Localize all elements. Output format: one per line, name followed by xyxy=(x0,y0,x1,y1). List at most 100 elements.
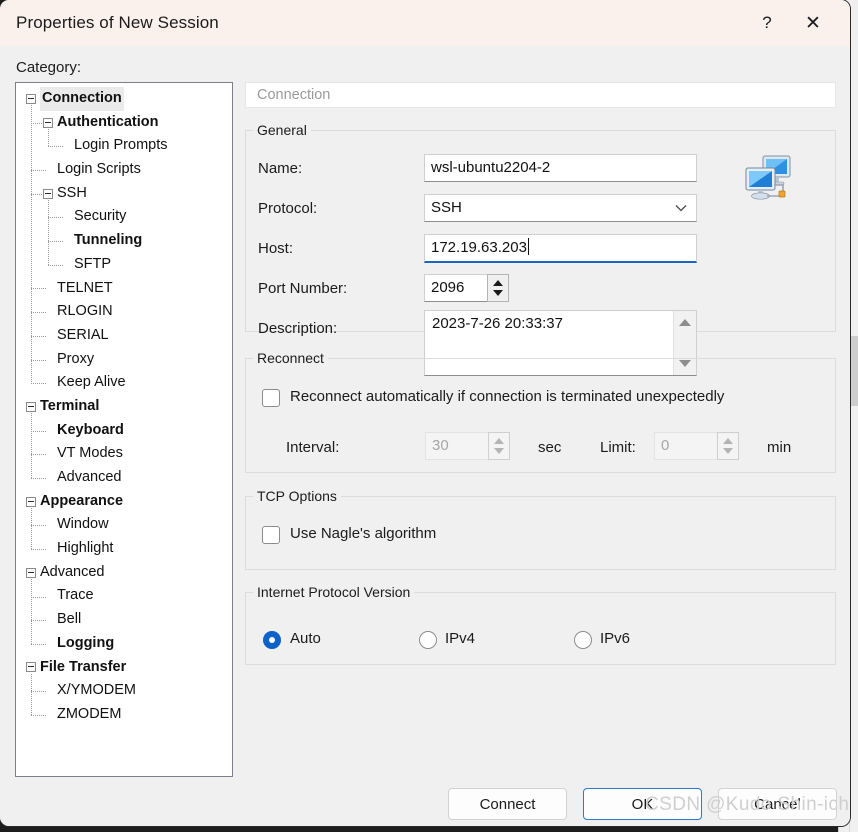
tree-item-keep-alive[interactable]: Keep Alive xyxy=(16,371,232,395)
name-input[interactable]: wsl-ubuntu2204-2 xyxy=(424,154,697,182)
tree-item-ssh[interactable]: SSH xyxy=(16,182,232,206)
network-computers-glyph xyxy=(745,155,791,200)
tree-item-login-scripts[interactable]: Login Scripts xyxy=(16,158,232,182)
page-title: Properties of New Session xyxy=(16,13,219,32)
interval-label: Interval: xyxy=(286,439,340,456)
tree-item-label: SFTP xyxy=(74,255,112,272)
tree-item-label: TELNET xyxy=(57,279,113,296)
spin-down-icon[interactable] xyxy=(494,448,504,454)
tree-item-security[interactable]: Security xyxy=(16,205,232,229)
tree-item-label: Advanced xyxy=(40,563,105,580)
tree-toggle-collapse-icon[interactable] xyxy=(43,188,53,199)
text-caret xyxy=(527,238,529,255)
host-input[interactable]: 172.19.63.203 xyxy=(424,234,697,263)
tree-item-label: Keyboard xyxy=(57,421,124,438)
tree-item-window[interactable]: Window xyxy=(16,513,232,537)
radio-ipv4-label[interactable]: IPv4 xyxy=(445,630,475,647)
category-tree[interactable]: Connection Authentication Login Prompts Log… xyxy=(15,82,233,777)
name-label: Name: xyxy=(258,160,303,177)
tree-item-label: Connection xyxy=(40,87,124,111)
tree-toggle-collapse-icon[interactable] xyxy=(26,401,36,412)
tree-item-label: Trace xyxy=(57,587,94,604)
spin-down-icon[interactable] xyxy=(493,290,503,296)
reconnect-legend: Reconnect xyxy=(257,350,324,366)
radio-auto-label[interactable]: Auto xyxy=(290,630,321,647)
tree-item-appearance[interactable]: Appearance xyxy=(16,490,232,514)
tree-toggle-collapse-icon[interactable] xyxy=(26,662,36,673)
tree-item-vt-modes[interactable]: VT Modes xyxy=(16,442,232,466)
protocol-select[interactable]: SSH xyxy=(424,194,697,222)
help-icon[interactable]: ? xyxy=(744,0,790,46)
tree-toggle-collapse-icon[interactable] xyxy=(43,117,53,128)
tree-item-label: Login Prompts xyxy=(74,137,168,154)
scroll-up-icon[interactable] xyxy=(679,319,691,326)
tree-item-tunneling[interactable]: Tunneling xyxy=(16,229,232,253)
tree-toggle-collapse-icon[interactable] xyxy=(26,496,36,507)
general-group: General Name: wsl-ubuntu2204-2 Protocol:… xyxy=(245,122,836,376)
tree-item-login-prompts[interactable]: Login Prompts xyxy=(16,134,232,158)
radio-ipv6[interactable] xyxy=(574,631,592,649)
description-label: Description: xyxy=(258,320,338,337)
tree-item-advanced[interactable]: Advanced xyxy=(16,561,232,585)
tree-item-authentication[interactable]: Authentication xyxy=(16,111,232,135)
background-scrollbar[interactable] xyxy=(849,36,858,832)
interval-spin-buttons[interactable] xyxy=(488,432,510,460)
tree-item-rlogin[interactable]: RLOGIN xyxy=(16,300,232,324)
tree-item-trace[interactable]: Trace xyxy=(16,584,232,608)
close-icon[interactable]: ✕ xyxy=(790,0,836,46)
tree-item-proxy[interactable]: Proxy xyxy=(16,348,232,372)
spin-up-icon[interactable] xyxy=(493,280,503,286)
tree-item-terminal[interactable]: Terminal xyxy=(16,395,232,419)
dialog-body: Category: Connection Authentication Login … xyxy=(0,46,850,826)
interval-unit: sec xyxy=(538,439,562,456)
tree-item-bell[interactable]: Bell xyxy=(16,608,232,632)
limit-stepper[interactable]: 0 xyxy=(654,432,739,460)
connect-button[interactable]: Connect xyxy=(448,788,567,820)
port-spin-buttons[interactable] xyxy=(487,274,509,302)
host-label: Host: xyxy=(258,240,294,257)
tree-item-logging[interactable]: Logging xyxy=(16,632,232,656)
protocol-value: SSH xyxy=(431,199,462,216)
tree-item-file-transfer[interactable]: File Transfer xyxy=(16,656,232,680)
port-stepper[interactable]: 2096 xyxy=(424,274,509,302)
tree-item-label: Terminal xyxy=(40,397,100,414)
tree-toggle-collapse-icon[interactable] xyxy=(26,567,36,578)
tree-item-serial[interactable]: SERIAL xyxy=(16,324,232,348)
spin-down-icon[interactable] xyxy=(723,448,733,454)
background-scrollbar-thumb[interactable] xyxy=(850,336,858,406)
nagle-label[interactable]: Use Nagle's algorithm xyxy=(290,525,436,542)
spin-up-icon[interactable] xyxy=(494,438,504,444)
tree-item-highlight[interactable]: Highlight xyxy=(16,537,232,561)
radio-ipv4[interactable] xyxy=(419,631,437,649)
settings-pane: Connection General Name: wsl-ubuntu2204-… xyxy=(245,82,836,665)
tree-item-advanced[interactable]: Advanced xyxy=(16,466,232,490)
radio-ipv6-label[interactable]: IPv6 xyxy=(600,630,630,647)
tree-item-connection[interactable]: Connection xyxy=(16,87,232,111)
tree-item-label: Advanced xyxy=(57,469,122,485)
tree-item-label: Bell xyxy=(57,611,82,628)
tree-item-label: Logging xyxy=(57,634,115,651)
tree-item-label: Login Scripts xyxy=(57,161,141,178)
protocol-label: Protocol: xyxy=(258,200,318,217)
tree-item-telnet[interactable]: TELNET xyxy=(16,277,232,301)
tree-item-x-ymodem[interactable]: X/YMODEM xyxy=(16,679,232,703)
reconnect-auto-checkbox[interactable] xyxy=(262,389,280,407)
nagle-checkbox[interactable] xyxy=(262,526,280,544)
tree-item-label: Highlight xyxy=(57,540,114,557)
interval-stepper[interactable]: 30 xyxy=(425,432,510,460)
tree-item-sftp[interactable]: SFTP xyxy=(16,253,232,277)
tree-toggle-collapse-icon[interactable] xyxy=(26,93,36,104)
tree-item-label: Tunneling xyxy=(74,232,143,249)
radio-auto[interactable] xyxy=(263,631,281,649)
tree-item-keyboard[interactable]: Keyboard xyxy=(16,419,232,443)
limit-spin-buttons[interactable] xyxy=(717,432,739,460)
spin-up-icon[interactable] xyxy=(723,438,733,444)
reconnect-auto-label[interactable]: Reconnect automatically if connection is… xyxy=(290,388,724,405)
tree-item-zmodem[interactable]: ZMODEM xyxy=(16,703,232,727)
host-value: 172.19.63.203 xyxy=(431,239,527,256)
tree-item-label: Security xyxy=(74,208,127,225)
limit-unit: min xyxy=(767,439,792,456)
tree-item-label: Keep Alive xyxy=(57,374,126,391)
pane-header-label: Connection xyxy=(257,87,331,103)
chevron-down-icon[interactable] xyxy=(675,195,687,221)
